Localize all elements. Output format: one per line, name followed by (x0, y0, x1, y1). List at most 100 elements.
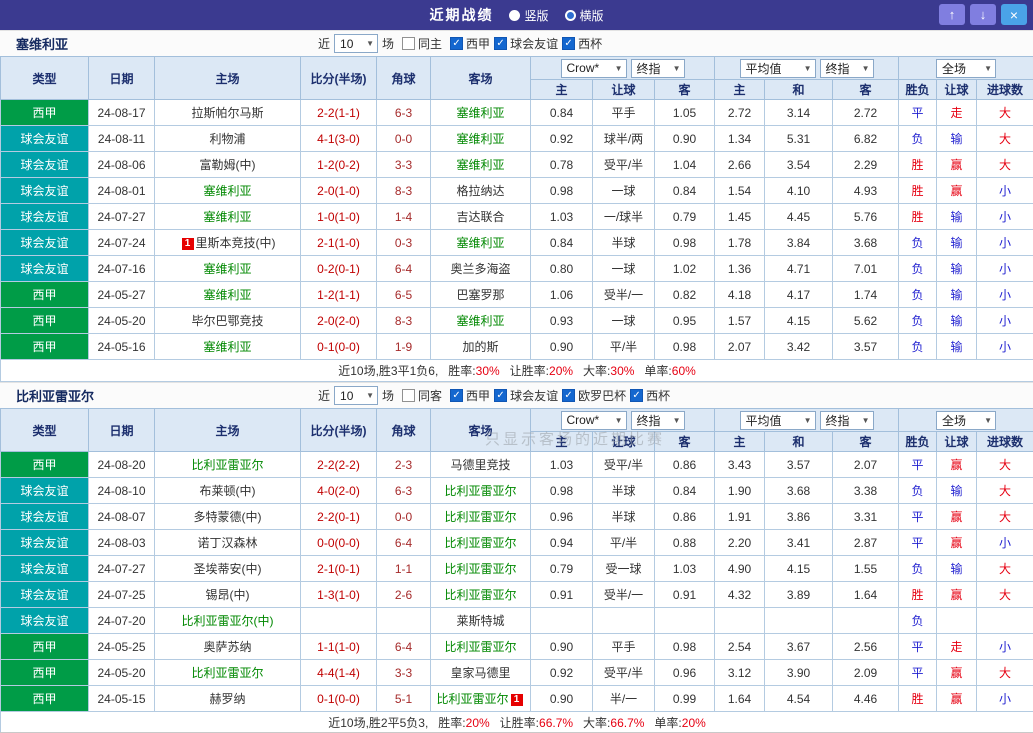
final-index-select[interactable]: 终指 ▼ (819, 58, 874, 78)
table-row: 球会友谊 24-08-10 布莱顿(中) 4-0(2-0) 6-3 比利亚雷亚尔 0.98 半… (0, 477, 1033, 504)
same-venue-checkbox[interactable]: 同主 (402, 35, 442, 52)
odds-avg-cell (764, 607, 834, 634)
date-cell: 24-07-27 (88, 555, 155, 582)
odds-avg-cell: 2.72 (832, 99, 900, 126)
date-cell: 24-08-03 (88, 529, 155, 556)
same-venue-label: 同主 (418, 37, 443, 51)
match-count-select[interactable]: 10 ▼ (334, 386, 379, 405)
checkbox-icon: ✓ (450, 389, 464, 403)
page-title: 近期战绩 (429, 7, 494, 23)
match-type-cell: 球会友谊 (0, 203, 89, 230)
team-name-text: 比利亚雷亚尔 (444, 640, 517, 654)
odds-avg-cell: 3.54 (764, 151, 834, 178)
result-cell: 输 (936, 307, 978, 334)
bookmaker-select[interactable]: Crow* ▼ (560, 58, 627, 78)
fulltime-select[interactable]: 全场 ▼ (936, 410, 997, 430)
average-select[interactable]: 平均值 ▼ (739, 410, 816, 430)
date-cell: 24-05-16 (88, 333, 155, 360)
result-cell: 胜 (898, 203, 938, 230)
final-index-value: 终指 (636, 413, 661, 428)
result-cell: 平 (898, 529, 938, 556)
corner-cell: 6-5 (376, 281, 431, 308)
move-down-button[interactable]: ↓ (970, 4, 996, 25)
final-index-select[interactable]: 终指 ▼ (819, 410, 874, 430)
result-cell: 输 (936, 229, 978, 256)
odds-group-fulltime: 全场 ▼ (898, 408, 1033, 432)
result-cell: 小 (976, 307, 1033, 334)
home-team-cell: 锡昂(中) (154, 581, 301, 608)
team-name-text: 塞维利亚 (203, 210, 252, 224)
col-header-score: 比分(半场) (300, 56, 377, 100)
odds-cell: 0.98 (530, 477, 593, 504)
league-checkbox[interactable]: ✓ 西杯 (630, 387, 670, 404)
bookmaker-select[interactable]: Crow* ▼ (560, 410, 627, 430)
table-row: 西甲 24-05-25 奥萨苏纳 1-1(1-0) 6-4 比利亚雷亚尔 0.90 平手 0.9… (0, 633, 1033, 660)
summary-text: 近10场,胜2平5负3, 胜率:20% 让胜率:66.7% 大率:66.7% 单率:20… (328, 716, 706, 730)
layout-radio-horizontal[interactable]: 横版 (564, 7, 604, 24)
date-cell: 24-05-25 (88, 633, 155, 660)
stat-label: 胜率: (448, 364, 476, 378)
odds-cell: 0.94 (530, 529, 593, 556)
near-label: 近 (318, 389, 331, 403)
team-name-text: 比利亚雷亚尔 (444, 562, 517, 576)
date-cell: 24-08-17 (88, 99, 155, 126)
team-name-text: 皇家马德里 (450, 666, 511, 680)
move-up-button[interactable]: ↑ (939, 4, 965, 25)
odds-avg-cell: 1.45 (714, 203, 766, 230)
odds-avg-cell: 4.32 (714, 581, 766, 608)
odds-cell: 平/半 (592, 529, 655, 556)
match-count-value: 10 (340, 388, 354, 403)
sub-header-draw-avg: 和 (764, 431, 834, 452)
match-count-select[interactable]: 10 ▼ (334, 34, 379, 53)
result-cell: 走 (936, 99, 978, 126)
odds-cell: 0.79 (653, 203, 716, 230)
team-name-text: 塞维利亚 (456, 132, 505, 146)
matches-label: 场 (382, 37, 395, 51)
col-header-date: 日期 (88, 408, 155, 452)
close-button[interactable]: × (1001, 4, 1027, 25)
final-index-select[interactable]: 终指 ▼ (630, 410, 685, 430)
checkbox-icon (402, 389, 416, 402)
team-name-text: 比利亚雷亚尔 (444, 588, 517, 602)
league-checkbox[interactable]: ✓ 西甲 (450, 35, 490, 52)
results-tbody: 西甲 24-08-20 比利亚雷亚尔 2-2(2-2) 2-3 马德里竞技 1.03 受平/半… (0, 451, 1033, 712)
odds-cell: 0.90 (530, 685, 593, 712)
league-checkboxes: ✓ 西甲 ✓ 球会友谊 ✓ 欧罗巴杯 ✓ 西杯 (446, 387, 670, 405)
corner-cell: 6-3 (376, 99, 431, 126)
result-cell: 赢 (936, 529, 978, 556)
match-type-cell: 球会友谊 (0, 581, 89, 608)
final-index-value: 终指 (636, 61, 661, 76)
odds-cell: 0.90 (530, 633, 593, 660)
odds-cell: 0.84 (530, 229, 593, 256)
score-cell: 4-4(1-4) (300, 659, 377, 686)
chevron-down-icon: ▼ (366, 39, 375, 48)
fulltime-select[interactable]: 全场 ▼ (936, 58, 997, 78)
league-checkbox[interactable]: ✓ 球会友谊 (494, 387, 558, 404)
result-cell: 大 (976, 451, 1033, 478)
same-venue-checkbox[interactable]: 同客 (402, 387, 442, 404)
average-select[interactable]: 平均值 ▼ (739, 58, 816, 78)
stat-value: 30% (610, 364, 635, 378)
odds-cell: 0.98 (653, 633, 716, 660)
home-team-cell: 塞维利亚 (154, 255, 301, 282)
team-name-text: 布莱顿(中) (199, 484, 256, 498)
checkbox-icon (402, 37, 416, 50)
odds-cell: 受半/一 (592, 281, 655, 308)
odds-avg-cell: 2.56 (832, 633, 900, 660)
radio-vertical-label: 竖版 (524, 8, 549, 23)
corner-cell: 3-3 (376, 151, 431, 178)
league-checkbox[interactable]: ✓ 西甲 (450, 387, 490, 404)
league-checkbox[interactable]: ✓ 球会友谊 (494, 35, 558, 52)
odds-cell (530, 607, 593, 634)
final-index-select[interactable]: 终指 ▼ (630, 58, 685, 78)
odds-avg-cell: 5.76 (832, 203, 900, 230)
league-checkbox[interactable]: ✓ 欧罗巴杯 (562, 387, 626, 404)
result-cell: 大 (976, 503, 1033, 530)
layout-radio-vertical[interactable]: 竖版 (509, 7, 549, 24)
result-cell: 输 (936, 125, 978, 152)
match-type-cell: 球会友谊 (0, 255, 89, 282)
title-bar: 近期战绩 竖版 横版 ↑ ↓ × (0, 0, 1033, 30)
corner-cell: 8-3 (376, 307, 431, 334)
home-team-cell: 奥萨苏纳 (154, 633, 301, 660)
league-checkbox[interactable]: ✓ 西杯 (562, 35, 602, 52)
